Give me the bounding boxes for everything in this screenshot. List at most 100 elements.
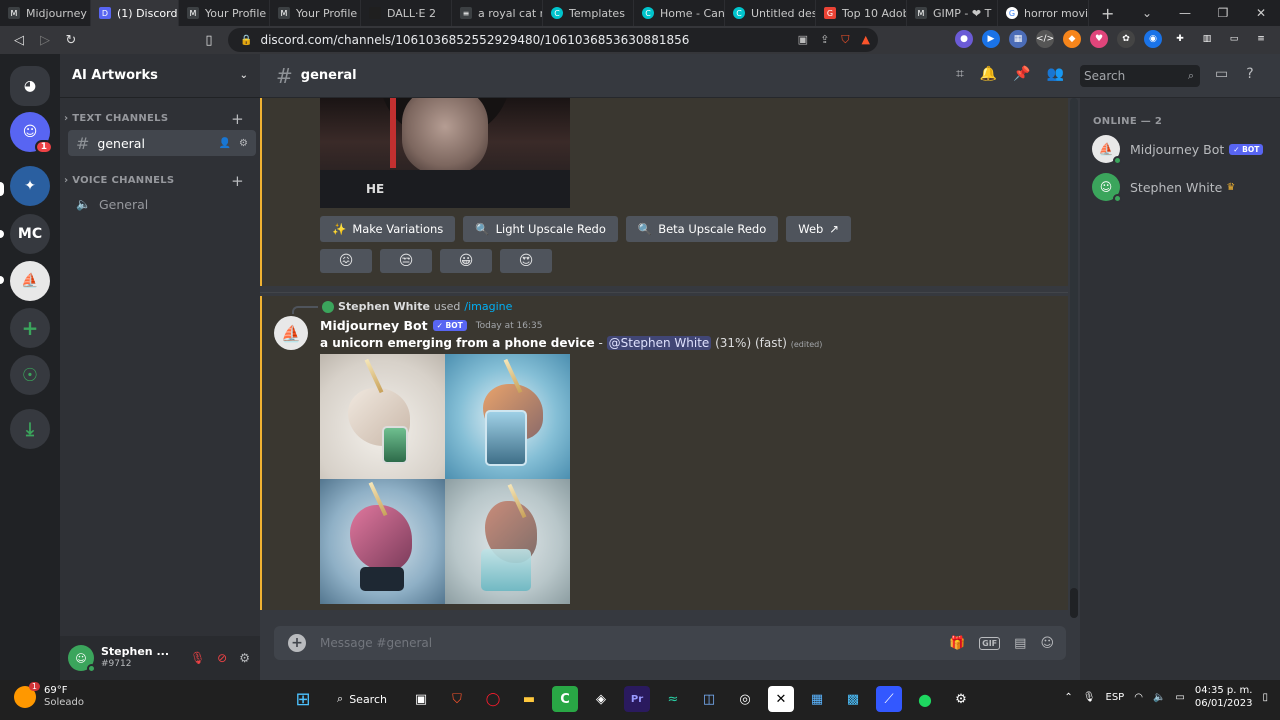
sticker-icon[interactable]: ▤	[1014, 636, 1026, 651]
app-icon[interactable]: ▦	[804, 686, 830, 712]
unamused-face-reaction[interactable]: 😒	[380, 249, 432, 273]
store-icon[interactable]: ▩	[840, 686, 866, 712]
taskbar-search[interactable]: ⌕ Search	[326, 686, 398, 712]
extension-icon[interactable]: ●	[955, 30, 973, 48]
puzzle-icon[interactable]: ✚	[1171, 30, 1189, 48]
browser-tab[interactable]: M Your Profile	[270, 0, 361, 26]
extension-icon[interactable]: ▦	[1009, 30, 1027, 48]
message-input[interactable]: + Message #general 🎁 GIF ▤ ☺	[274, 626, 1066, 660]
browser-tab[interactable]: G Top 10 Adob	[816, 0, 907, 26]
reload-icon[interactable]: ↻	[58, 33, 84, 48]
new-tab-icon[interactable]: +	[1089, 4, 1126, 23]
close-window-icon[interactable]: ✕	[1242, 6, 1280, 20]
sidebar-icon[interactable]: ▥	[1198, 30, 1216, 48]
gif-icon[interactable]: GIF	[979, 636, 1001, 650]
opera-icon[interactable]: ◯	[480, 686, 506, 712]
author-name[interactable]: Midjourney Bot	[320, 318, 428, 333]
weather-widget[interactable]: 1 69°F Soleado	[14, 682, 84, 709]
web-button[interactable]: Web ↗	[786, 216, 851, 242]
bookmark-icon[interactable]: ▯	[196, 33, 222, 48]
avatar[interactable]: ⛵	[274, 316, 308, 350]
settings-icon[interactable]: ⚙	[948, 686, 974, 712]
chrome-icon[interactable]: ◎	[732, 686, 758, 712]
back-icon[interactable]: ◁	[6, 33, 32, 48]
generated-image[interactable]: HE	[320, 98, 570, 208]
browser-tab[interactable]: C Untitled desi	[725, 0, 816, 26]
file-explorer-icon[interactable]: ▬	[516, 686, 542, 712]
emoji-icon[interactable]: ☺	[1040, 636, 1054, 651]
add-attachment-icon[interactable]: +	[288, 634, 306, 652]
mc-server-icon[interactable]: MC	[10, 214, 50, 254]
maximize-icon[interactable]: ❐	[1204, 6, 1242, 20]
app-icon[interactable]: ◈	[588, 686, 614, 712]
forward-icon[interactable]: ▷	[32, 33, 58, 48]
address-bar[interactable]: 🔒 discord.com/channels/10610368525529294…	[228, 28, 878, 52]
browser-tab[interactable]: DALL·E 2	[361, 0, 452, 26]
wifi-icon[interactable]: ◠	[1134, 692, 1143, 703]
browser-tab[interactable]: C Templates	[543, 0, 634, 26]
extension-icon[interactable]: ◉	[1144, 30, 1162, 48]
task-view-icon[interactable]: ▣	[408, 686, 434, 712]
brave-shield-icon[interactable]: ⛉	[841, 33, 849, 47]
threads-icon[interactable]: ⌗	[956, 66, 964, 82]
app-icon[interactable]: ◫	[696, 686, 722, 712]
explore-icon[interactable]: ☉	[10, 355, 50, 395]
pin-icon[interactable]: 📌	[1013, 66, 1030, 82]
channel-item-general[interactable]: # general 👤 ⚙	[68, 130, 256, 156]
mute-mic-icon[interactable]: 🎙	[190, 651, 205, 665]
app-icon[interactable]: ≈	[660, 686, 686, 712]
minimize-icon[interactable]: —	[1166, 6, 1204, 20]
shark-server-icon[interactable]: ✦	[10, 166, 50, 206]
browser-tab[interactable]: Ghorror movie	[998, 0, 1089, 26]
app-icon[interactable]: ⟋	[876, 686, 902, 712]
scrollbar[interactable]	[1070, 98, 1078, 618]
menu-icon[interactable]: ≡	[1252, 30, 1270, 48]
browser-tab[interactable]: C Home - Canva	[634, 0, 725, 26]
volume-icon[interactable]: 🔈	[1153, 692, 1165, 703]
add-channel-icon[interactable]: +	[231, 172, 244, 190]
reply-user[interactable]: Stephen White	[338, 300, 430, 313]
reply-command[interactable]: /imagine	[464, 300, 512, 313]
voice-channel-item-general[interactable]: 🔈 General	[68, 191, 256, 217]
invite-icon[interactable]: 👤	[219, 138, 231, 149]
light-upscale-redo-button[interactable]: 🔍 Light Upscale Redo	[463, 216, 618, 242]
premiere-icon[interactable]: Pr	[624, 686, 650, 712]
search-input[interactable]: Search ⌕	[1080, 65, 1200, 87]
bell-icon[interactable]: 🔔	[980, 66, 997, 82]
camera-icon[interactable]: ▣	[798, 33, 808, 47]
gift-icon[interactable]: 🎁	[949, 636, 965, 651]
add-server-icon[interactable]: +	[10, 308, 50, 348]
grinning-face-reaction[interactable]: 😀	[440, 249, 492, 273]
language-indicator[interactable]: ESP	[1106, 692, 1125, 703]
extension-icon[interactable]: ✿	[1117, 30, 1135, 48]
scrollbar-thumb[interactable]	[1070, 588, 1078, 618]
guild-header[interactable]: AI Artworks ⌄	[60, 54, 260, 98]
browser-tab[interactable]: M Your Profile	[179, 0, 270, 26]
member-item[interactable]: ☺ Stephen White ♛	[1092, 170, 1272, 204]
tab-search-icon[interactable]: ⌄	[1128, 6, 1166, 20]
browser-tab[interactable]: ≡ a royal cat ri	[452, 0, 543, 26]
members-icon[interactable]: 👥	[1047, 66, 1064, 82]
windows-start-icon[interactable]: ⊞	[290, 686, 316, 712]
notification-icon[interactable]: ▯	[1262, 692, 1268, 703]
share-icon[interactable]: ⇪	[820, 33, 829, 47]
add-channel-icon[interactable]: +	[231, 110, 244, 128]
help-icon[interactable]: ?	[1246, 66, 1253, 82]
extension-icon[interactable]: ▶	[982, 30, 1000, 48]
image-grid[interactable]	[320, 354, 570, 604]
spotify-icon[interactable]: ●	[912, 686, 938, 712]
discord-home-icon[interactable]: ◕	[10, 66, 50, 106]
extension-icon[interactable]: </>	[1036, 30, 1054, 48]
avatar[interactable]: ☺	[68, 645, 96, 673]
camtasia-icon[interactable]: C	[552, 686, 578, 712]
text-channels-category[interactable]: › TEXT CHANNELS +	[64, 110, 254, 128]
capcut-icon[interactable]: ✕	[768, 686, 794, 712]
voice-channels-category[interactable]: › VOICE CHANNELS +	[64, 172, 254, 190]
beta-upscale-redo-button[interactable]: 🔍 Beta Upscale Redo	[625, 216, 779, 242]
heart-eyes-reaction[interactable]: 😍	[500, 249, 552, 273]
confounded-face-reaction[interactable]: 😖	[320, 249, 372, 273]
brave-icon[interactable]: ⛉	[444, 686, 470, 712]
chevron-up-icon[interactable]: ⌃	[1064, 692, 1072, 703]
clock[interactable]: 04:35 p. m. 06/01/2023	[1195, 684, 1253, 710]
deafen-icon[interactable]: ⊘	[217, 651, 227, 665]
